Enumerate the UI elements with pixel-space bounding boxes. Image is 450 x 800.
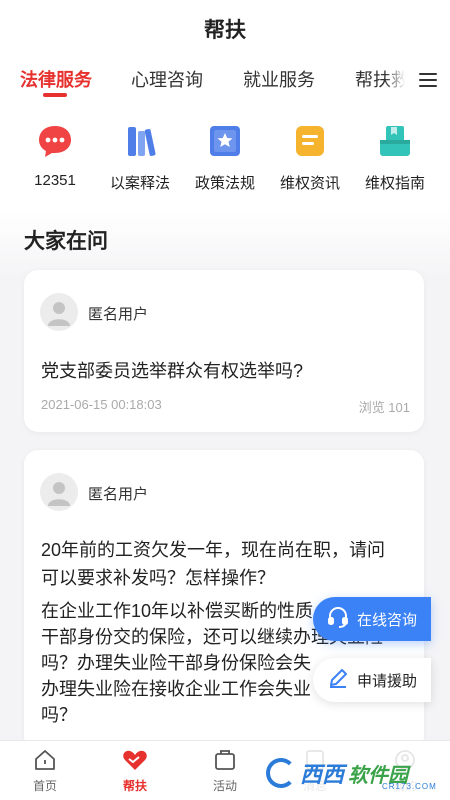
quick-link-label: 以案释法 [109, 175, 170, 192]
tab-psych-consult[interactable]: 心理咨询 [131, 66, 203, 92]
user-name: 匿名用户 [88, 306, 149, 323]
tab-employment[interactable]: 就业服务 [243, 66, 315, 92]
menu-icon[interactable] [405, 58, 450, 102]
quick-link-policy[interactable]: 政策法规 [185, 122, 265, 193]
quick-link-rights-news[interactable]: 维权资讯 [270, 122, 350, 193]
online-consult-button[interactable]: 在线咨询 [313, 597, 431, 641]
quick-link-label: 维权指南 [364, 175, 425, 192]
category-tabs: 法律服务 心理咨询 就业服务 帮扶救 [0, 58, 450, 102]
quick-link-case-law[interactable]: 以案释法 [100, 122, 180, 193]
question-text: 党支部委员选举群众有权选举吗? [41, 361, 304, 381]
chat-bubble-icon [36, 122, 74, 160]
star-document-icon [206, 122, 244, 160]
question-time: 2021-06-15 00:18:03 [41, 397, 162, 412]
watermark-logo: 西西 软件园 CR173.COM [262, 750, 450, 796]
app-header: 帮扶 [0, 0, 450, 58]
apply-aid-button[interactable]: 申请援助 [313, 658, 431, 702]
tab-legal-services[interactable]: 法律服务 [20, 66, 92, 92]
quick-link-label: 维权资讯 [279, 175, 340, 192]
nav-home[interactable]: 首页 [15, 747, 75, 794]
avatar [40, 473, 78, 511]
view-count: 浏览 101 [358, 400, 410, 415]
quick-link-label: 12351 [34, 172, 76, 189]
nav-assist[interactable]: 帮扶 [105, 747, 165, 794]
home-icon [32, 747, 58, 773]
question-card[interactable]: 匿名用户 党支部委员选举群众有权选举吗? 2021-06-15 00:18:03… [24, 270, 424, 432]
quick-link-label: 政策法规 [194, 175, 255, 192]
books-icon [121, 122, 159, 160]
nav-activity[interactable]: 活动 [195, 747, 255, 794]
avatar [40, 293, 78, 331]
quick-link-12351[interactable]: 12351 [15, 122, 95, 189]
section-title: 大家在问 [24, 230, 108, 253]
question-text: 20年前的工资欠发一年，现在尚在职，请问 可以要求补发吗？怎样操作？ [41, 540, 386, 588]
activity-icon [212, 747, 238, 773]
apply-aid-label: 申请援助 [357, 672, 418, 690]
heart-hands-icon [122, 747, 148, 773]
edit-pen-icon [327, 667, 349, 693]
quick-links: 12351 以案释法 政策法规 维权资讯 维权指南 [0, 102, 450, 210]
online-consult-label: 在线咨询 [357, 611, 418, 629]
page-title: 帮扶 [204, 19, 246, 42]
quick-link-rights-guide[interactable]: 维权指南 [355, 122, 435, 193]
guide-box-icon [376, 122, 414, 160]
news-icon [291, 122, 329, 160]
headset-icon [327, 606, 349, 632]
user-name: 匿名用户 [88, 486, 149, 503]
tab-active-indicator [43, 93, 67, 97]
